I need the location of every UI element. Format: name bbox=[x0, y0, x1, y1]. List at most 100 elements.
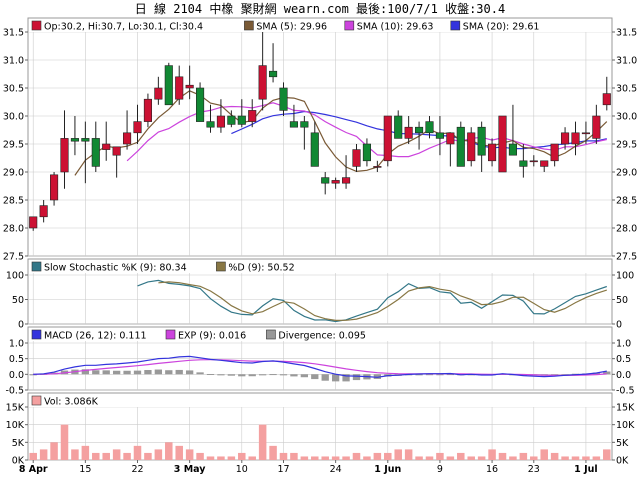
volume-bar bbox=[71, 449, 79, 460]
x-tick-label: 23 bbox=[528, 464, 540, 475]
y-tick-label: 0.5 bbox=[616, 354, 631, 365]
volume-bar bbox=[227, 456, 236, 460]
candle-body bbox=[175, 76, 184, 100]
volume-legend-swatch bbox=[31, 395, 42, 406]
y-tick-label: 100 bbox=[616, 271, 634, 282]
volume-bar bbox=[321, 456, 329, 460]
volume-legend-label: Vol: 3.086K bbox=[44, 397, 99, 408]
divergence-bar bbox=[331, 374, 340, 382]
y-tick-label: 0.5 bbox=[9, 354, 24, 365]
divergence-bar bbox=[92, 370, 100, 375]
volume-bar bbox=[467, 456, 475, 460]
x-tick-label: 16 bbox=[486, 464, 498, 475]
divergence-bar bbox=[196, 372, 204, 375]
candle-body bbox=[435, 132, 444, 139]
x-tick-label: 15 bbox=[79, 464, 91, 475]
candle-body bbox=[571, 132, 580, 145]
divergence-bar bbox=[279, 374, 288, 376]
volume-bar bbox=[248, 456, 256, 460]
candle-body bbox=[331, 180, 340, 184]
candle-body bbox=[592, 115, 601, 139]
volume-bar bbox=[258, 424, 267, 460]
price-legend: Op:30.2, Hi:30.7, Lo:30.1, Cl:30.4 SMA (5… bbox=[29, 19, 611, 33]
candle-body bbox=[362, 143, 371, 162]
volume-bar bbox=[561, 456, 569, 460]
y-tick-label: 29.0 bbox=[616, 168, 637, 179]
candle-body bbox=[185, 84, 194, 89]
candle-body bbox=[529, 160, 538, 163]
x-tick-label: 22 bbox=[131, 464, 143, 475]
divergence-bar bbox=[290, 374, 298, 377]
volume-bar bbox=[550, 452, 559, 460]
divergence-bar bbox=[227, 374, 236, 376]
candle-body bbox=[112, 146, 121, 156]
volume-bar bbox=[238, 452, 246, 460]
ohlc-legend-label: Op:30.2, Hi:30.7, Lo:30.1, Cl:30.4 bbox=[44, 22, 203, 33]
y-tick-label: 30.5 bbox=[3, 84, 24, 95]
y-tick-label: 100 bbox=[6, 271, 24, 282]
volume-bar bbox=[457, 452, 465, 460]
volume-bar bbox=[102, 452, 110, 460]
y-tick-label: 31.5 bbox=[3, 28, 24, 39]
candle-body bbox=[206, 121, 215, 128]
candle-body bbox=[488, 143, 497, 162]
divergence-bar bbox=[154, 369, 163, 375]
volume-bar bbox=[582, 456, 590, 460]
y-tick-label: 28.5 bbox=[3, 196, 24, 207]
x-tick-label: 1 Jul bbox=[574, 464, 597, 475]
candle-body bbox=[29, 216, 38, 229]
divergence-bar bbox=[175, 369, 183, 375]
volume-bar bbox=[592, 456, 601, 460]
volume-bar bbox=[477, 456, 486, 460]
divergence-bar bbox=[311, 374, 319, 380]
divergence-bar bbox=[258, 374, 267, 376]
candle-body bbox=[404, 126, 413, 139]
y-tick-label: 27.5 bbox=[3, 252, 24, 263]
x-tick-label: 10 bbox=[236, 464, 248, 475]
exp-legend-label: EXP (9): 0.016 bbox=[178, 331, 246, 342]
candle-body bbox=[352, 149, 361, 167]
divergence-bar bbox=[123, 370, 131, 375]
divergence-bar bbox=[300, 374, 309, 378]
candle-body bbox=[39, 205, 48, 218]
macd-legend-label: MACD (26, 12): 0.111 bbox=[44, 331, 147, 342]
y-tick-label: 29.0 bbox=[3, 168, 24, 179]
volume-bar bbox=[290, 452, 298, 460]
y-tick-label: 28.5 bbox=[616, 196, 637, 207]
candle-body bbox=[550, 143, 559, 162]
volume-bar bbox=[60, 424, 69, 460]
y-tick-label: 30.0 bbox=[3, 112, 24, 123]
divergence-bar bbox=[217, 374, 225, 376]
stoch-k-legend-label: Slow Stochastic %K (9): 80.34 bbox=[44, 263, 187, 274]
volume-bar bbox=[279, 452, 288, 460]
y-tick-label: 28.0 bbox=[3, 224, 24, 235]
volume-bar bbox=[50, 442, 58, 460]
volume-bar bbox=[384, 452, 392, 460]
volume-bar bbox=[519, 452, 528, 460]
volume-bar bbox=[123, 452, 131, 460]
sma10-legend-swatch bbox=[344, 20, 355, 31]
divergence-bar bbox=[248, 374, 256, 377]
y-tick-label: 0 bbox=[18, 320, 24, 331]
volume-bar bbox=[498, 452, 507, 460]
volume-bar bbox=[331, 456, 340, 460]
volume-bar bbox=[415, 456, 423, 460]
price-panel bbox=[27, 17, 613, 257]
y-tick-label: 0 bbox=[616, 320, 622, 331]
volume-bar bbox=[509, 456, 517, 460]
volume-bar bbox=[363, 456, 371, 460]
candle-body bbox=[143, 98, 152, 122]
candle-body bbox=[123, 132, 132, 145]
volume-bar bbox=[436, 452, 444, 460]
divergence-legend-label: Divergence: 0.095 bbox=[278, 331, 366, 342]
x-tick-label: 9 bbox=[437, 464, 443, 475]
candle-body bbox=[133, 121, 142, 134]
y-tick-label: 29.5 bbox=[3, 140, 24, 151]
volume-bar bbox=[165, 442, 173, 460]
stock-chart-svg: 日 線 2104 中橡 聚財網 wearn.com 最後:100/7/1 收盤:… bbox=[0, 0, 640, 476]
sma20-legend-swatch bbox=[450, 20, 461, 31]
y-tick-label: 27.5 bbox=[616, 252, 637, 263]
candle-body bbox=[91, 138, 100, 167]
candle-body bbox=[342, 177, 351, 184]
y-tick-label: 30.0 bbox=[616, 112, 637, 123]
